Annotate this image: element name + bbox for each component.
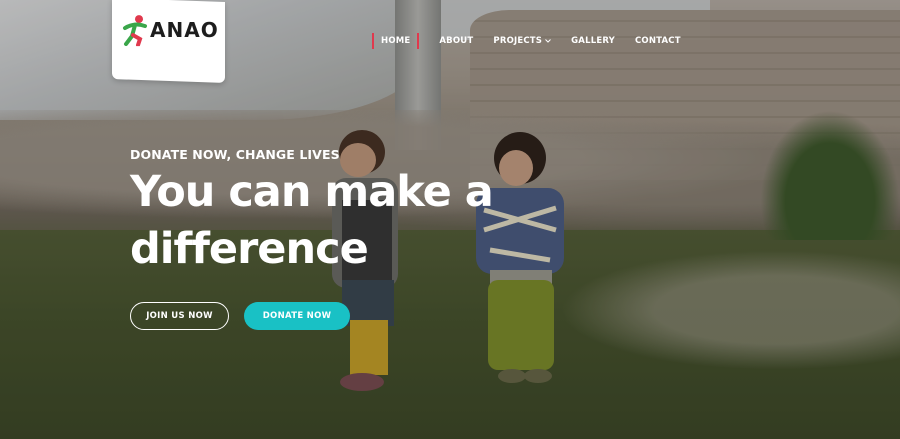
nav-home[interactable]: HOME [372,33,420,49]
chevron-down-icon [545,39,551,43]
logo-text: ANAO [150,18,219,43]
nav-contact[interactable]: CONTACT [635,33,681,49]
nav-home-label: HOME [381,36,411,46]
site-logo[interactable]: ANAO [112,0,225,83]
nav-contact-label: CONTACT [634,36,681,46]
donate-now-button[interactable]: DONATE NOW [244,302,350,330]
hero-kicker: DONATE NOW, CHANGE LIVES [130,147,340,162]
nav-projects-label: PROJECTS [493,36,543,46]
hero-headline-line-2: difference [130,224,369,274]
nav-about-label: ABOUT [439,36,474,46]
join-us-button[interactable]: JOIN US NOW [130,302,229,330]
nav-gallery[interactable]: GALLERY [571,33,615,49]
nav-projects[interactable]: PROJECTS [493,33,551,49]
hero-headline-line-1: You can make a [130,167,494,217]
nav-about[interactable]: ABOUT [439,33,473,49]
main-nav: HOME ABOUT PROJECTS GALLERY CONTACT [372,33,701,49]
hero-headline: You can make a difference [130,164,530,278]
nav-gallery-label: GALLERY [571,36,615,46]
running-figure-icon [123,15,147,47]
